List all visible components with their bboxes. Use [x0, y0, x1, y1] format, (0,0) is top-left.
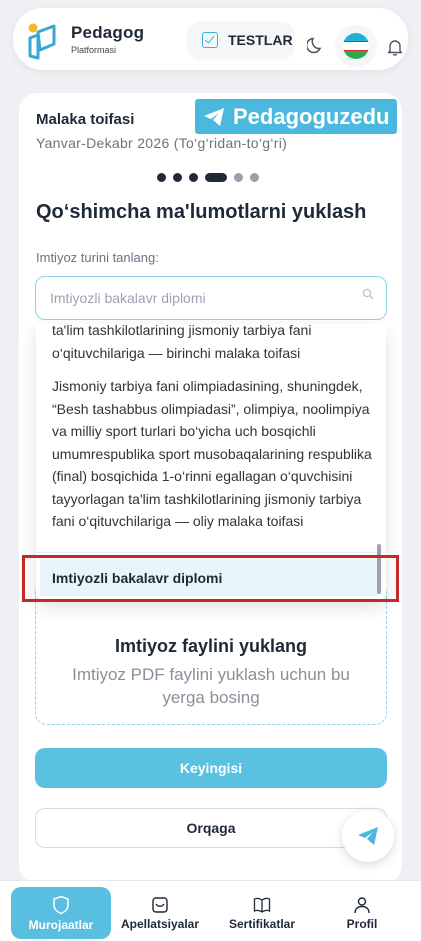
next-button[interactable]: Keyingisi	[35, 748, 387, 788]
watermark: Pedagoguzedu	[195, 99, 397, 134]
top-header: Pedagog Platformasi TESTLAR	[13, 8, 408, 70]
slider-subtitle: Yanvar-Dekabr 2026 (To‘g‘ridan-to‘g‘ri)	[36, 135, 288, 151]
shield-icon	[53, 895, 69, 914]
bottom-nav: Murojaatlar Apellatsiyalar Sertifikatlar…	[0, 880, 421, 941]
telegram-icon	[358, 827, 378, 845]
select-placeholder: Imtiyozli bakalavr diplomi	[50, 290, 206, 306]
field-label: Imtiyoz turini tanlang:	[36, 250, 159, 265]
back-button[interactable]: Orqaga	[35, 808, 387, 848]
privilege-select[interactable]: Imtiyozli bakalavr diplomi	[35, 276, 387, 320]
tests-button[interactable]: TESTLAR	[188, 22, 294, 58]
nav-label: Sertifikatlar	[228, 916, 296, 931]
slider-title: Malaka toifasi	[36, 111, 135, 128]
slider-dot-active[interactable]	[205, 173, 227, 182]
tests-label: TESTLAR	[228, 32, 293, 48]
nav-label: Apellatsiyalar	[120, 916, 200, 931]
slider-dots	[157, 173, 259, 182]
section-title: Qo‘shimcha ma'lumotlarni yuklash	[36, 201, 367, 223]
logo-icon[interactable]	[26, 22, 60, 60]
language-button[interactable]	[335, 25, 377, 67]
dropdown-option[interactable]: Jismoniy tarbiya fani olimpiadasining, s…	[52, 375, 376, 533]
bell-icon[interactable]	[387, 38, 403, 61]
upload-title: Imtiyoz faylini yuklang	[114, 636, 308, 656]
brand-subtitle: Platformasi	[71, 45, 117, 55]
nav-item-apellatsiyalar[interactable]: Apellatsiyalar	[116, 887, 204, 939]
uzbekistan-flag-icon	[343, 33, 369, 59]
telegram-icon	[204, 107, 224, 126]
watermark-text: Pedagoguzedu	[233, 103, 390, 129]
moon-icon[interactable]	[305, 36, 325, 59]
telegram-fab[interactable]	[342, 810, 394, 862]
nav-item-murojaatlar[interactable]: Murojaatlar	[11, 887, 111, 939]
slider-dot[interactable]	[234, 173, 243, 182]
brand-title: Pedagog	[71, 23, 145, 42]
nav-item-profil[interactable]: Profil	[318, 887, 406, 939]
inbox-icon	[152, 896, 168, 913]
slider-dot[interactable]	[173, 173, 182, 182]
book-icon	[253, 897, 271, 913]
dropdown-divider	[36, 552, 386, 553]
slider-dot[interactable]	[189, 173, 198, 182]
nav-label: Murojaatlar	[28, 917, 94, 932]
checkbox-icon	[202, 32, 218, 48]
nav-label: Profil	[346, 916, 378, 931]
upload-subtitle: Imtiyoz PDF faylini yuklash uchun bu yer…	[72, 665, 350, 707]
nav-item-sertifikatlar[interactable]: Sertifikatlar	[218, 887, 306, 939]
search-icon	[362, 287, 374, 305]
user-icon	[354, 896, 370, 913]
slider-dot[interactable]	[157, 173, 166, 182]
brand: Pedagog Platformasi	[71, 23, 144, 55]
slider-dot[interactable]	[250, 173, 259, 182]
dropdown-option[interactable]: ta'lim tashkilotlarining jismoniy tarbiy…	[52, 324, 376, 364]
highlight-box	[22, 555, 399, 602]
